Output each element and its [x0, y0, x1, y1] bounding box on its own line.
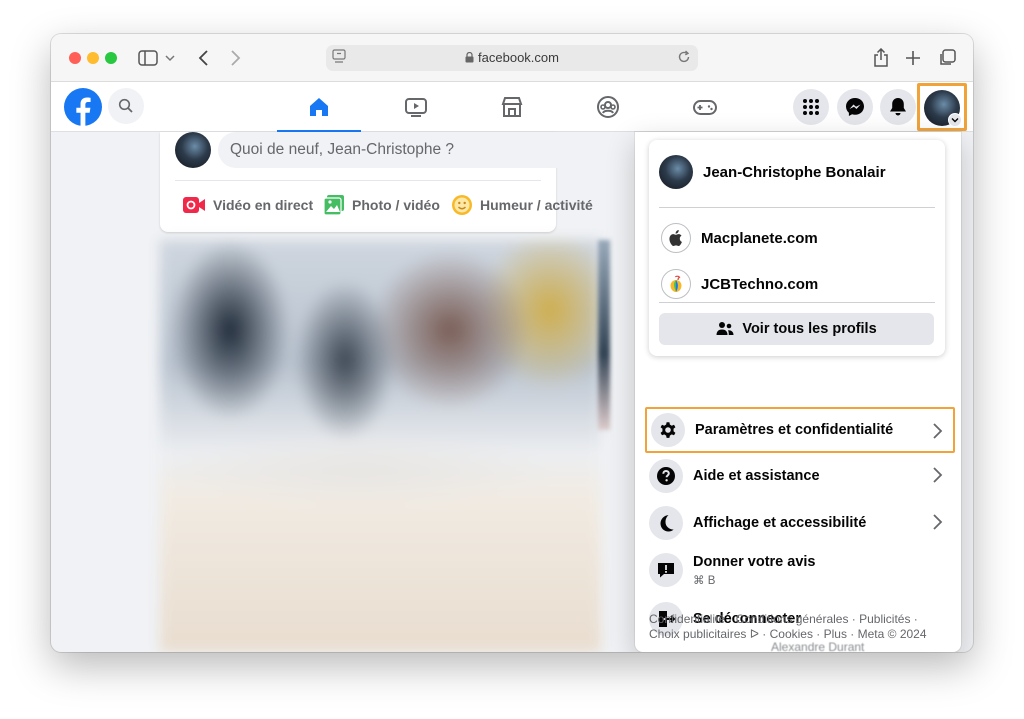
- address-bar[interactable]: facebook.com: [326, 45, 698, 71]
- account-menu-button[interactable]: [917, 83, 967, 131]
- gear-icon: [651, 413, 685, 447]
- forward-arrow-icon[interactable]: [223, 46, 247, 70]
- browser-toolbar: facebook.com: [51, 34, 973, 82]
- page-name: Macplanete.com: [701, 229, 818, 247]
- tab-groups[interactable]: [566, 82, 650, 132]
- chevron-down-icon: [948, 113, 962, 127]
- back-arrow-icon[interactable]: [192, 46, 216, 70]
- blurred-feed-post: [160, 240, 601, 652]
- blurred-story-card: [598, 240, 610, 430]
- home-icon: [310, 98, 328, 116]
- messenger-icon: [846, 98, 864, 116]
- gamepad-icon: [693, 100, 717, 115]
- grid-icon: [803, 99, 819, 115]
- search-button[interactable]: [108, 88, 144, 124]
- zoom-window-button[interactable]: [105, 52, 117, 64]
- settings-privacy-item[interactable]: Paramètres et confidentialité: [645, 407, 955, 453]
- live-video-button[interactable]: Vidéo en direct: [182, 192, 313, 218]
- tab-home[interactable]: [277, 82, 361, 133]
- groups-icon: [597, 96, 619, 118]
- profiles-icon: [716, 322, 734, 335]
- smiley-icon: [452, 195, 472, 215]
- help-support-item[interactable]: Aide et assistance: [645, 453, 953, 499]
- keyboard-shortcut: ⌘ B: [693, 574, 716, 587]
- messenger-button[interactable]: [837, 89, 873, 125]
- menu-grid-button[interactable]: [793, 89, 829, 125]
- apple-logo-icon: [661, 223, 691, 253]
- divider: [175, 180, 541, 181]
- avatar[interactable]: [175, 132, 211, 168]
- tab-gaming[interactable]: [663, 82, 747, 132]
- page-row-macplanete[interactable]: Macplanete.com: [659, 216, 935, 260]
- facebook-navbar: [51, 82, 973, 133]
- give-feedback-item[interactable]: Donner votre avis ⌘ B: [645, 547, 953, 593]
- reload-icon[interactable]: [676, 49, 692, 70]
- divider: [659, 207, 935, 208]
- live-video-icon: [183, 197, 205, 213]
- feedback-icon: [649, 553, 683, 587]
- photo-icon: [323, 195, 344, 216]
- minimize-window-button[interactable]: [87, 52, 99, 64]
- whats-on-your-mind-input[interactable]: Quoi de neuf, Jean-Christophe ?: [218, 132, 596, 168]
- chevron-down-icon[interactable]: [162, 46, 178, 70]
- account-dropdown-panel: Jean-Christophe Bonalair Macplanete.com …: [635, 132, 961, 652]
- chevron-right-icon: [931, 513, 943, 536]
- feeling-activity-button[interactable]: Humeur / activité: [451, 192, 593, 218]
- footer-links-line[interactable]: Confidentialité · Conditions générales ·…: [649, 612, 949, 627]
- notifications-button[interactable]: [880, 89, 916, 125]
- page-name: JCBTechno.com: [701, 275, 819, 293]
- new-tab-icon[interactable]: [901, 46, 925, 70]
- share-icon[interactable]: [869, 46, 893, 70]
- avatar: [659, 155, 693, 189]
- chevron-right-icon: [931, 466, 943, 489]
- search-icon: [118, 98, 133, 113]
- profile-name: Jean-Christophe Bonalair: [703, 163, 886, 181]
- feedback-text: Donner votre avis ⌘ B: [693, 553, 816, 587]
- moon-icon: [649, 506, 683, 540]
- footer-links: Confidentialité · Conditions générales ·…: [649, 612, 949, 642]
- display-accessibility-item[interactable]: Affichage et accessibilité: [645, 500, 953, 546]
- tab-marketplace[interactable]: [470, 82, 554, 132]
- contact-name: Alexandre Durant: [771, 640, 865, 652]
- jcbtechno-logo-icon: [661, 269, 691, 299]
- profile-row[interactable]: Jean-Christophe Bonalair: [659, 150, 935, 194]
- divider: [659, 302, 935, 303]
- post-composer: Quoi de neuf, Jean-Christophe ? Vidéo en…: [160, 132, 596, 232]
- page-row-jcbtechno[interactable]: JCBTechno.com: [659, 262, 935, 306]
- video-icon: [405, 98, 427, 117]
- url-text: facebook.com: [326, 50, 698, 65]
- profiles-card: Jean-Christophe Bonalair Macplanete.com …: [649, 140, 945, 356]
- browser-window: facebook.com Quoi de neuf, Jean-Christop…: [51, 34, 973, 652]
- chevron-right-icon: [931, 422, 943, 445]
- see-all-profiles-button[interactable]: Voir tous les profils: [659, 313, 934, 345]
- bell-icon: [890, 98, 906, 116]
- photo-video-button[interactable]: Photo / vidéo: [323, 192, 440, 218]
- marketplace-icon: [501, 97, 523, 117]
- tab-video[interactable]: [374, 82, 458, 132]
- sidebar-toggle-icon[interactable]: [136, 46, 160, 70]
- tab-overview-icon[interactable]: [935, 46, 959, 70]
- facebook-logo-icon[interactable]: [64, 88, 102, 131]
- lock-icon: [465, 51, 474, 63]
- question-icon: [649, 459, 683, 493]
- close-window-button[interactable]: [69, 52, 81, 64]
